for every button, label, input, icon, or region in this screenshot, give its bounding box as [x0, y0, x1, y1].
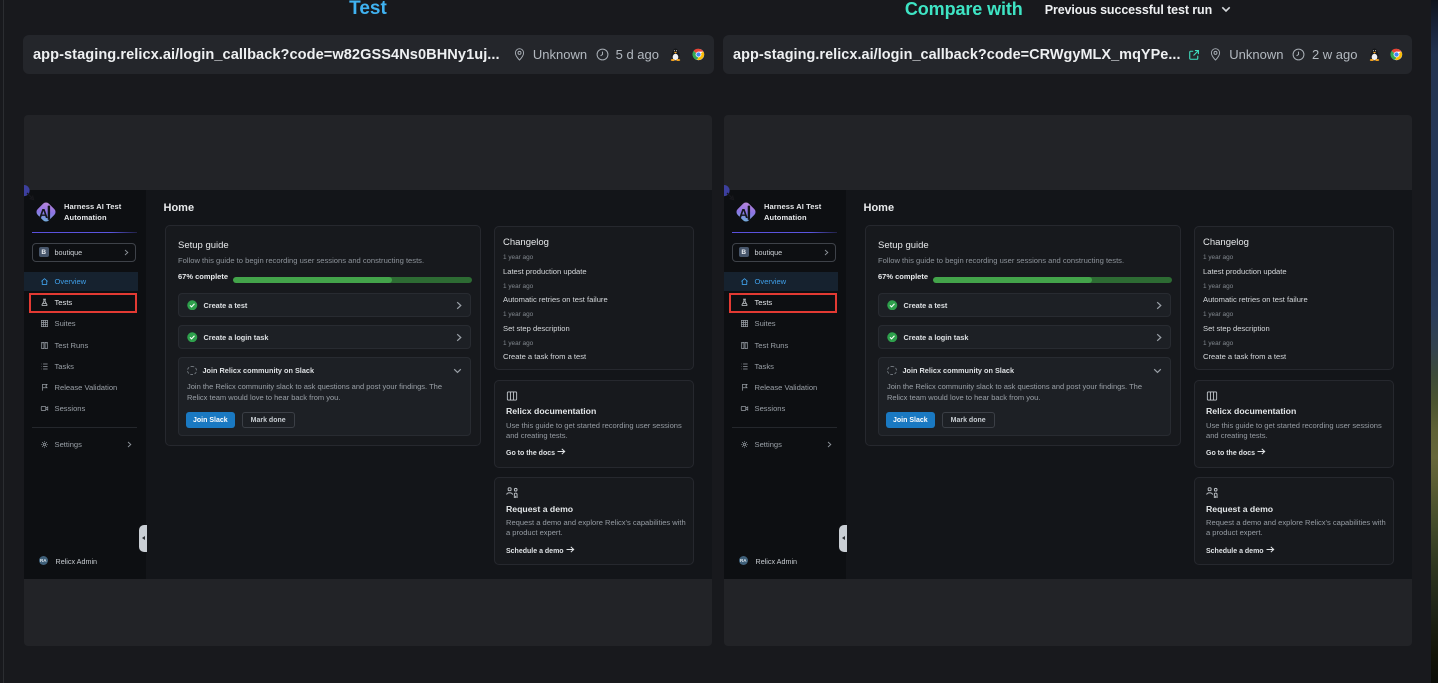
svg-text:A: A	[739, 206, 749, 221]
svg-text:A: A	[39, 206, 49, 221]
